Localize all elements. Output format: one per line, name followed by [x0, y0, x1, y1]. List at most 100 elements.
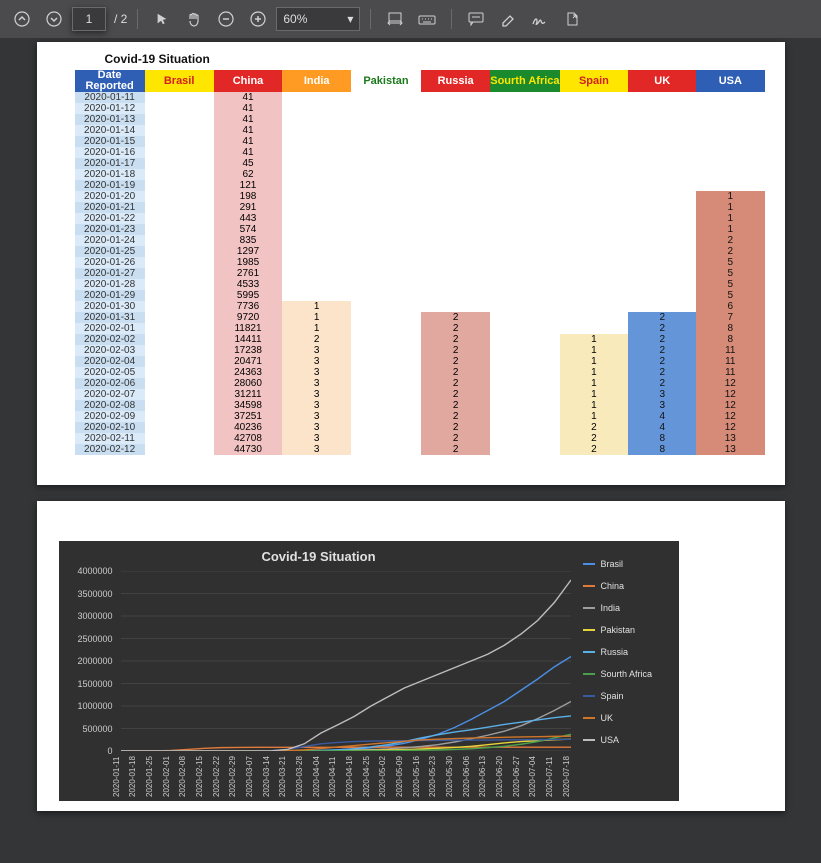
select-tool-icon[interactable]	[148, 5, 176, 33]
viewport[interactable]: Covid-19 Situation Date Reported Brasil …	[0, 38, 821, 821]
value-cell: 2761	[214, 268, 283, 279]
value-cell	[560, 92, 629, 103]
legend-item: UK	[583, 713, 673, 723]
date-cell: 2020-02-03	[75, 345, 145, 356]
table-row: 2020-02-0524363321211	[75, 367, 765, 378]
date-cell: 2020-02-05	[75, 367, 145, 378]
value-cell	[145, 312, 214, 323]
value-cell	[490, 257, 559, 268]
date-cell: 2020-01-27	[75, 268, 145, 279]
value-cell	[282, 136, 351, 147]
separator	[370, 9, 371, 29]
value-cell	[351, 103, 421, 114]
value-cell: 1	[282, 323, 351, 334]
value-cell	[421, 114, 490, 125]
zoom-out-icon[interactable]	[212, 5, 240, 33]
value-cell: 13	[696, 433, 764, 444]
value-cell	[628, 224, 696, 235]
zoom-select[interactable]: 60% ▾	[276, 7, 360, 31]
table-row: 2020-02-1244730322813	[75, 444, 765, 455]
page-input[interactable]	[72, 7, 106, 31]
value-cell	[696, 158, 764, 169]
value-cell: 4533	[214, 279, 283, 290]
value-cell	[145, 279, 214, 290]
value-cell	[490, 268, 559, 279]
value-cell	[490, 323, 559, 334]
value-cell: 2	[421, 378, 490, 389]
x-tick: 2020-05-30	[445, 756, 454, 797]
value-cell	[351, 378, 421, 389]
value-cell	[421, 125, 490, 136]
value-cell: 9720	[214, 312, 283, 323]
value-cell	[628, 136, 696, 147]
value-cell: 28060	[214, 378, 283, 389]
value-cell	[490, 444, 559, 455]
table-row: 2020-01-235741	[75, 224, 765, 235]
legend-item: Spain	[583, 691, 673, 701]
value-cell	[628, 279, 696, 290]
legend-item: India	[583, 603, 673, 613]
value-cell	[560, 158, 629, 169]
value-cell: 4	[628, 422, 696, 433]
table-row: 2020-01-224431	[75, 213, 765, 224]
zoom-in-icon[interactable]	[244, 5, 272, 33]
value-cell	[490, 400, 559, 411]
value-cell	[351, 92, 421, 103]
table-row: 2020-01-1141	[75, 92, 765, 103]
data-table: Date Reported Brasil China India Pakista…	[75, 70, 765, 455]
page-up-icon[interactable]	[8, 5, 36, 33]
value-cell	[560, 323, 629, 334]
col-header-russia: Russia	[421, 70, 490, 92]
x-tick: 2020-02-29	[228, 756, 237, 797]
value-cell	[351, 367, 421, 378]
zoom-value: 60%	[283, 12, 307, 26]
value-cell: 2	[282, 334, 351, 345]
hand-tool-icon[interactable]	[180, 5, 208, 33]
value-cell	[421, 268, 490, 279]
value-cell	[351, 323, 421, 334]
value-cell	[351, 191, 421, 202]
value-cell	[490, 158, 559, 169]
value-cell	[628, 301, 696, 312]
value-cell: 1297	[214, 246, 283, 257]
date-cell: 2020-01-21	[75, 202, 145, 213]
value-cell: 11821	[214, 323, 283, 334]
comment-icon[interactable]	[462, 5, 490, 33]
value-cell	[351, 268, 421, 279]
sign-icon[interactable]	[526, 5, 554, 33]
value-cell: 1	[560, 345, 629, 356]
value-cell	[560, 147, 629, 158]
export-icon[interactable]	[558, 5, 586, 33]
value-cell	[351, 312, 421, 323]
fit-width-icon[interactable]	[381, 5, 409, 33]
highlight-icon[interactable]	[494, 5, 522, 33]
keyboard-icon[interactable]	[413, 5, 441, 33]
value-cell	[421, 191, 490, 202]
legend-item: China	[583, 581, 673, 591]
date-cell: 2020-01-26	[75, 257, 145, 268]
value-cell	[145, 147, 214, 158]
x-tick: 2020-01-25	[145, 756, 154, 797]
value-cell	[145, 235, 214, 246]
value-cell: 24363	[214, 367, 283, 378]
value-cell: 1	[560, 334, 629, 345]
page-down-icon[interactable]	[40, 5, 68, 33]
value-cell	[282, 114, 351, 125]
legend-swatch	[583, 673, 595, 675]
value-cell: 3	[282, 367, 351, 378]
value-cell: 3	[282, 411, 351, 422]
date-cell: 2020-02-06	[75, 378, 145, 389]
value-cell	[282, 169, 351, 180]
col-header-uk: UK	[628, 70, 696, 92]
value-cell: 2	[421, 312, 490, 323]
value-cell	[145, 213, 214, 224]
x-tick: 2020-05-02	[378, 756, 387, 797]
value-cell	[351, 444, 421, 455]
value-cell	[145, 180, 214, 191]
value-cell: 41	[214, 136, 283, 147]
table-row: 2020-01-19121	[75, 180, 765, 191]
table-row: 2020-02-021441122128	[75, 334, 765, 345]
value-cell	[145, 125, 214, 136]
value-cell	[351, 158, 421, 169]
value-cell	[696, 180, 764, 191]
